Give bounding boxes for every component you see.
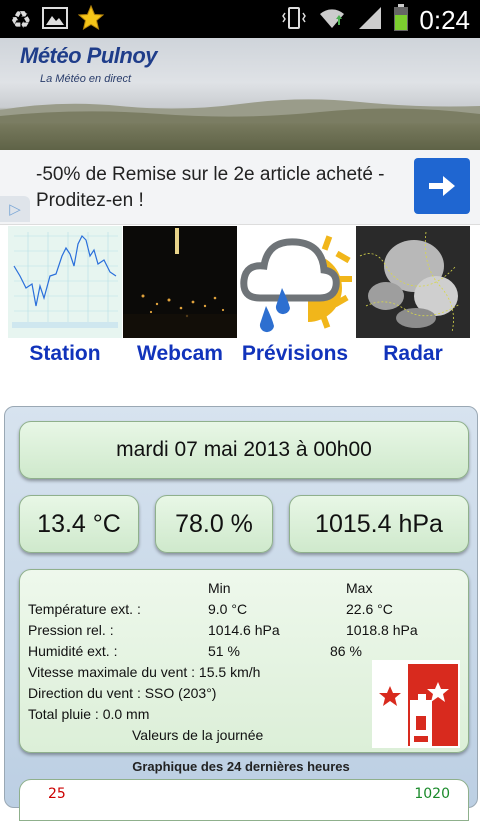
temp-min: 9.0 °C	[208, 601, 248, 617]
tile-webcam[interactable]: Webcam	[123, 226, 237, 365]
ad-banner[interactable]: -50% de Remise sur le 2e article acheté …	[0, 150, 480, 225]
humidity-min: 51 %	[208, 643, 240, 659]
radar-satellite-thumbnail	[356, 226, 470, 338]
max-header: Max	[346, 580, 373, 596]
rain-total-text: Total pluie : 0.0 mm	[28, 706, 150, 722]
landscape-image	[0, 99, 480, 122]
pressure-max: 1018.8 hPa	[346, 622, 418, 638]
tile-previsions[interactable]: Prévisions	[238, 226, 352, 365]
vibrate-icon	[281, 5, 307, 35]
star-icon	[77, 4, 104, 35]
pressure-min: 1014.6 hPa	[208, 622, 280, 638]
daily-stats-panel: Min Max Température ext. : 9.0 °C 22.6 °…	[19, 569, 469, 753]
coat-of-arms-icon	[372, 660, 460, 748]
recycle-icon: ♻	[10, 6, 32, 34]
ad-arrow-button[interactable]	[414, 158, 470, 214]
nav-tiles: Station Webcam Prévisions Radar	[0, 226, 480, 374]
tile-station[interactable]: Station	[8, 226, 122, 365]
graph-title: Graphique des 24 dernières heures	[132, 759, 350, 774]
wifi-icon	[317, 5, 347, 35]
signal-icon	[357, 5, 383, 35]
webcam-thumbnail	[123, 226, 237, 338]
date-box: mardi 07 mai 2013 à 00h00	[19, 421, 469, 479]
station-chart-thumbnail	[8, 226, 122, 338]
tile-radar-label[interactable]: Radar	[348, 342, 478, 366]
humidity-label: Humidité ext. :	[28, 643, 118, 659]
pressure-box: 1015.4 hPa	[289, 495, 469, 553]
stats-footer: Valeurs de la journée	[132, 727, 264, 743]
tile-radar[interactable]: Radar	[356, 226, 470, 365]
ad-choices-icon[interactable]: ▷	[0, 196, 30, 222]
graph-box: 25 1020	[19, 779, 469, 821]
site-title: Météo Pulnoy	[20, 43, 158, 68]
temperature-box: 13.4 °C	[19, 495, 139, 553]
min-header: Min	[208, 580, 231, 596]
site-subtitle: La Météo en direct	[40, 73, 132, 85]
image-icon	[41, 6, 68, 34]
weather-card: mardi 07 mai 2013 à 00h00 13.4 °C 78.0 %…	[4, 406, 478, 821]
humidity-box: 78.0 %	[155, 495, 273, 553]
cloud-rain-sun-icon	[238, 226, 352, 338]
arrow-right-icon	[429, 176, 455, 196]
pressure-label: Pression rel. :	[28, 622, 114, 638]
battery-icon	[393, 4, 409, 36]
tile-webcam-label[interactable]: Webcam	[115, 342, 245, 366]
clock: 0:24	[419, 5, 470, 35]
temp-label: Température ext. :	[28, 601, 141, 617]
humidity-max: 86 %	[330, 643, 362, 659]
temp-max: 22.6 °C	[346, 601, 393, 617]
tile-previsions-label[interactable]: Prévisions	[228, 342, 362, 366]
tile-station-label[interactable]: Station	[0, 342, 130, 366]
header-banner: Météo Pulnoy La Météo en direct	[0, 38, 480, 150]
ad-text[interactable]: -50% de Remise sur le 2e article acheté …	[36, 162, 396, 214]
status-bar: ♻ 0:24	[0, 0, 480, 38]
wind-direction-text: Direction du vent : SSO (203°)	[28, 685, 217, 701]
wind-max-text: Vitesse maximale du vent : 15.5 km/h	[28, 664, 261, 680]
